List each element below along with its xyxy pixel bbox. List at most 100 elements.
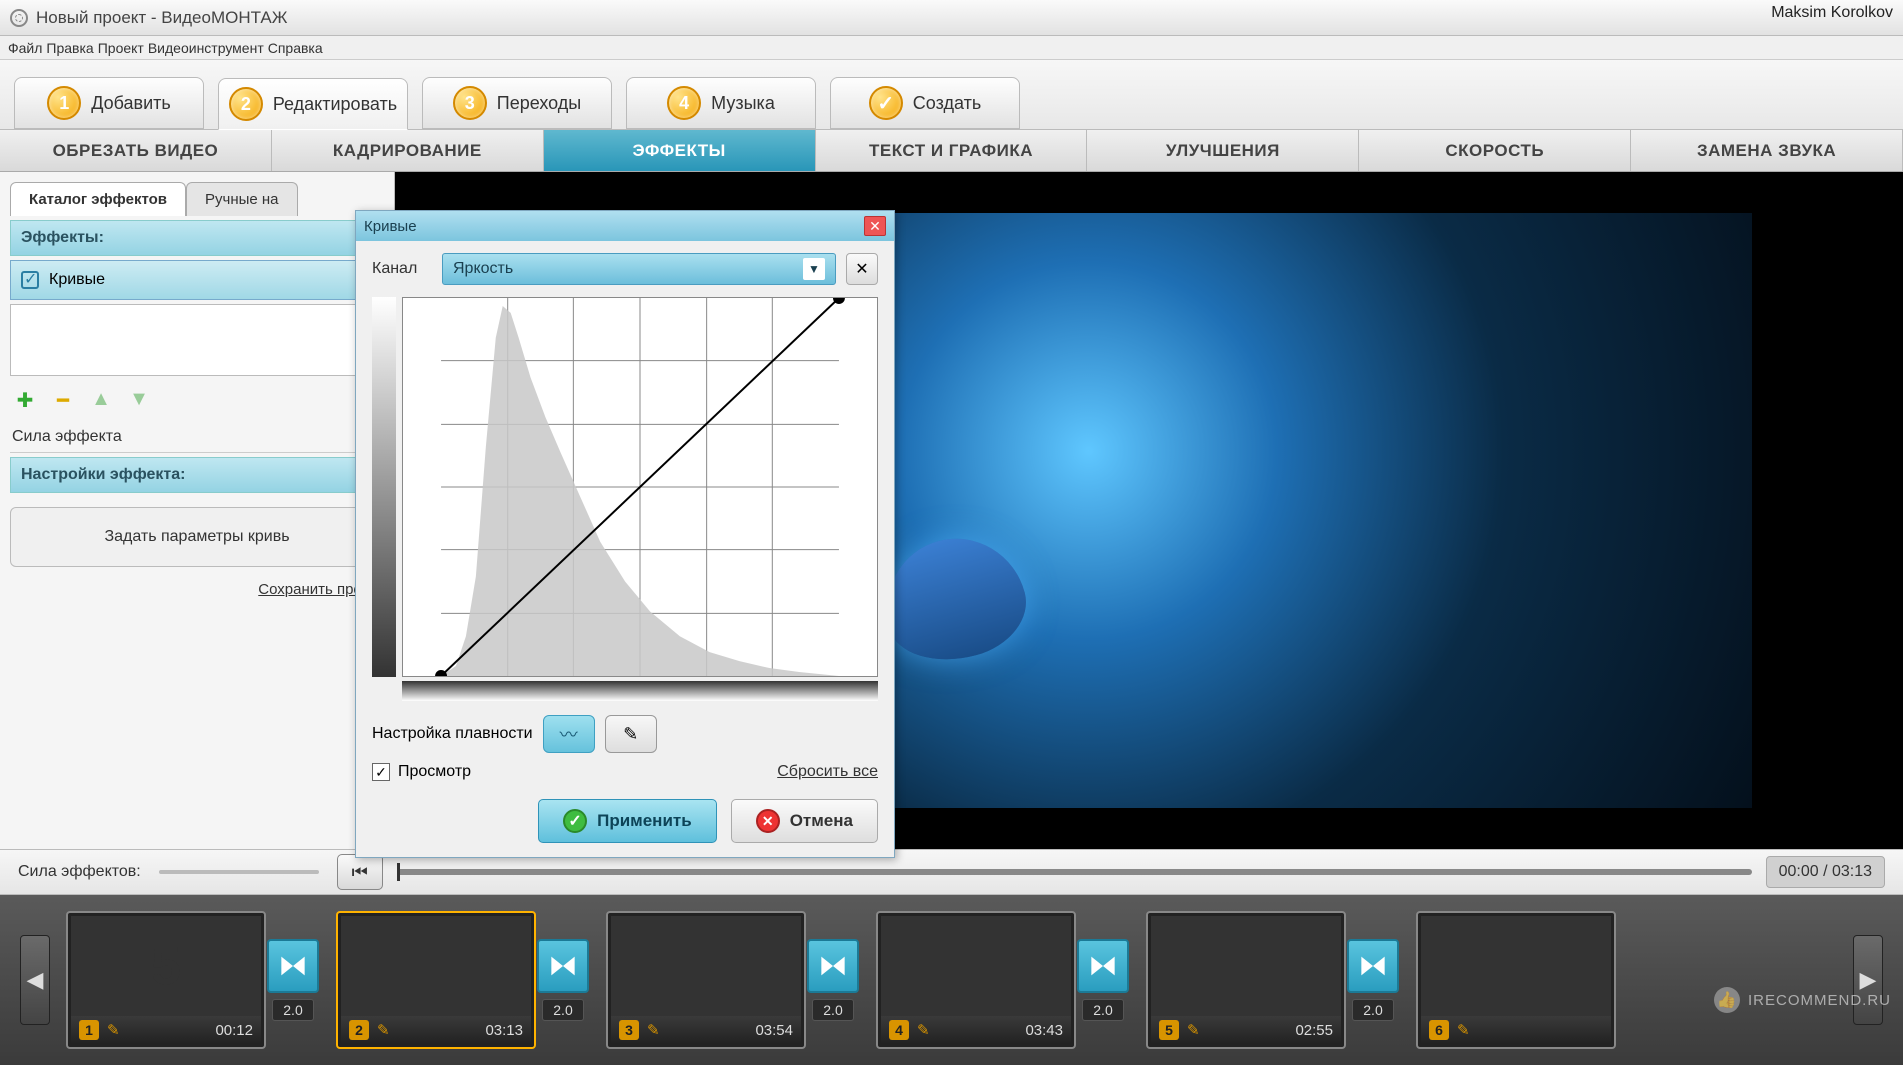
subtab-speed[interactable]: СКОРОСТЬ: [1359, 130, 1631, 171]
clip-index: 1: [79, 1020, 99, 1040]
clip-3[interactable]: 3✎03:54: [606, 911, 806, 1049]
curve-editor[interactable]: [402, 297, 878, 677]
step-transitions[interactable]: 3Переходы: [422, 77, 612, 129]
effect-strength-label: Сила эффекта: [10, 422, 384, 453]
subtab-audio[interactable]: ЗАМЕНА ЗВУКА: [1631, 130, 1903, 171]
clip-index: 5: [1159, 1020, 1179, 1040]
close-icon: ✕: [756, 809, 780, 833]
preview-checkbox[interactable]: ✓: [372, 763, 390, 781]
remove-effect-button[interactable]: ━: [52, 388, 74, 410]
dialog-close-button[interactable]: ✕: [864, 216, 886, 236]
step-music[interactable]: 4Музыка: [626, 77, 816, 129]
step-badge-1: 1: [47, 86, 81, 120]
title-bar: Новый проект - ВидеоМОНТАЖ: [0, 0, 1903, 36]
clip-index: 6: [1429, 1020, 1449, 1040]
pencil-icon[interactable]: ✎: [377, 1021, 390, 1039]
menu-bar: Файл Правка Проект Видеоинструмент Справ…: [0, 36, 1903, 60]
pencil-icon[interactable]: ✎: [647, 1021, 660, 1039]
timeline: ◀ 1✎00:12 2.0 2✎03:13 2.0 3✎03:54 2.0 4✎…: [0, 895, 1903, 1065]
clip-4[interactable]: 4✎03:43: [876, 911, 1076, 1049]
global-strength-slider[interactable]: [159, 870, 319, 874]
menu-project[interactable]: Проект: [96, 40, 146, 56]
effect-settings-header: Настройки эффекта:: [10, 457, 384, 493]
step-edit[interactable]: 2Редактировать: [218, 78, 408, 130]
thumbs-up-icon: 👍: [1714, 987, 1740, 1013]
menu-videotool[interactable]: Видеоинструмент: [146, 40, 266, 56]
user-name-label: Maksim Korolkov: [1771, 4, 1893, 22]
step-create[interactable]: Создать: [830, 77, 1020, 129]
clip-index: 4: [889, 1020, 909, 1040]
pencil-icon[interactable]: ✎: [1457, 1021, 1470, 1039]
clip-duration: 02:55: [1295, 1022, 1333, 1039]
clip-thumbnail: [71, 916, 261, 1016]
curves-dialog: Кривые ✕ Канал Яркость ▼ ✕: [355, 210, 895, 858]
dialog-title: Кривые: [364, 218, 417, 235]
subtab-improve[interactable]: УЛУЧШЕНИЯ: [1087, 130, 1359, 171]
transition-duration: 2.0: [272, 999, 313, 1021]
clip-5[interactable]: 5 ✎ 02:55: [1146, 911, 1346, 1049]
step-add[interactable]: 1Добавить: [14, 77, 204, 129]
curve-graph[interactable]: [403, 298, 877, 676]
cancel-button[interactable]: ✕Отмена: [731, 799, 878, 843]
app-icon: [10, 9, 28, 27]
clip-thumbnail: [1151, 916, 1341, 1016]
menu-help[interactable]: Справка: [266, 40, 325, 56]
effect-item-curves[interactable]: Кривые: [10, 260, 384, 300]
smooth-mode-button[interactable]: 〰: [543, 715, 595, 753]
clip-1[interactable]: 1 ✎ 00:12: [66, 911, 266, 1049]
channel-label: Канал: [372, 260, 432, 278]
curve-axis-horizontal: [402, 681, 878, 701]
effects-panel: Каталог эффектов Ручные на Эффекты: Крив…: [0, 172, 395, 849]
transition-2[interactable]: 2.0: [536, 939, 590, 1021]
open-curve-params-button[interactable]: Задать параметры кривь: [10, 507, 384, 567]
clip-thumbnail: [881, 916, 1071, 1016]
clip-index: 2: [349, 1020, 369, 1040]
transition-3[interactable]: 2.0: [806, 939, 860, 1021]
check-icon: ✓: [563, 809, 587, 833]
reset-all-link[interactable]: Сбросить все: [777, 763, 878, 781]
clip-6[interactable]: 6✎: [1416, 911, 1616, 1049]
dropdown-icon: ▼: [803, 258, 825, 280]
subtab-text[interactable]: ТЕКСТ И ГРАФИКА: [816, 130, 1088, 171]
move-up-button[interactable]: ▲: [90, 388, 112, 410]
clip-duration: 00:12: [215, 1022, 253, 1039]
menu-edit[interactable]: Правка: [44, 40, 95, 56]
linear-mode-button[interactable]: ✎: [605, 715, 657, 753]
curve-axis-vertical: [372, 297, 396, 677]
tab-manual[interactable]: Ручные на: [186, 182, 298, 216]
step-badge-2: 2: [229, 87, 263, 121]
apply-button[interactable]: ✓Применить: [538, 799, 717, 843]
pencil-icon[interactable]: ✎: [107, 1021, 120, 1039]
controls-row: Сила эффектов: ⏮ 00:00 / 03:13: [0, 849, 1903, 895]
dialog-titlebar[interactable]: Кривые ✕: [356, 211, 894, 241]
step-tabs: 1Добавить 2Редактировать 3Переходы 4Музы…: [0, 60, 1903, 130]
subtab-crop[interactable]: КАДРИРОВАНИЕ: [272, 130, 544, 171]
menu-file[interactable]: Файл: [6, 40, 44, 56]
add-effect-button[interactable]: ✚: [14, 388, 36, 410]
transition-1[interactable]: 2.0: [266, 939, 320, 1021]
save-preset-link[interactable]: Сохранить пресет: [10, 581, 384, 598]
pencil-icon[interactable]: ✎: [917, 1021, 930, 1039]
time-display: 00:00 / 03:13: [1766, 856, 1885, 888]
move-down-button[interactable]: ▼: [128, 388, 150, 410]
transition-5[interactable]: 2.0: [1346, 939, 1400, 1021]
global-strength-label: Сила эффектов:: [18, 863, 141, 881]
checkbox-icon: [21, 271, 39, 289]
clip-thumbnail: [341, 916, 531, 1016]
channel-clear-button[interactable]: ✕: [846, 253, 878, 285]
timeline-prev-button[interactable]: ◀: [20, 935, 50, 1025]
clip-index: 3: [619, 1020, 639, 1040]
clip-thumbnail: [611, 916, 801, 1016]
transition-4[interactable]: 2.0: [1076, 939, 1130, 1021]
tab-effect-catalog[interactable]: Каталог эффектов: [10, 182, 186, 216]
seek-slider[interactable]: [397, 869, 1752, 875]
preview-label: Просмотр: [398, 763, 471, 781]
subtab-trim[interactable]: ОБРЕЗАТЬ ВИДЕО: [0, 130, 272, 171]
subtab-effects[interactable]: ЭФФЕКТЫ: [544, 130, 816, 171]
clip-2-selected[interactable]: 2 ✎ 03:13: [336, 911, 536, 1049]
seek-prev-button[interactable]: ⏮: [337, 854, 383, 890]
channel-select[interactable]: Яркость ▼: [442, 253, 836, 285]
effects-list-header: Эффекты:: [10, 220, 384, 256]
clip-duration: 03:13: [485, 1022, 523, 1039]
pencil-icon[interactable]: ✎: [1187, 1021, 1200, 1039]
